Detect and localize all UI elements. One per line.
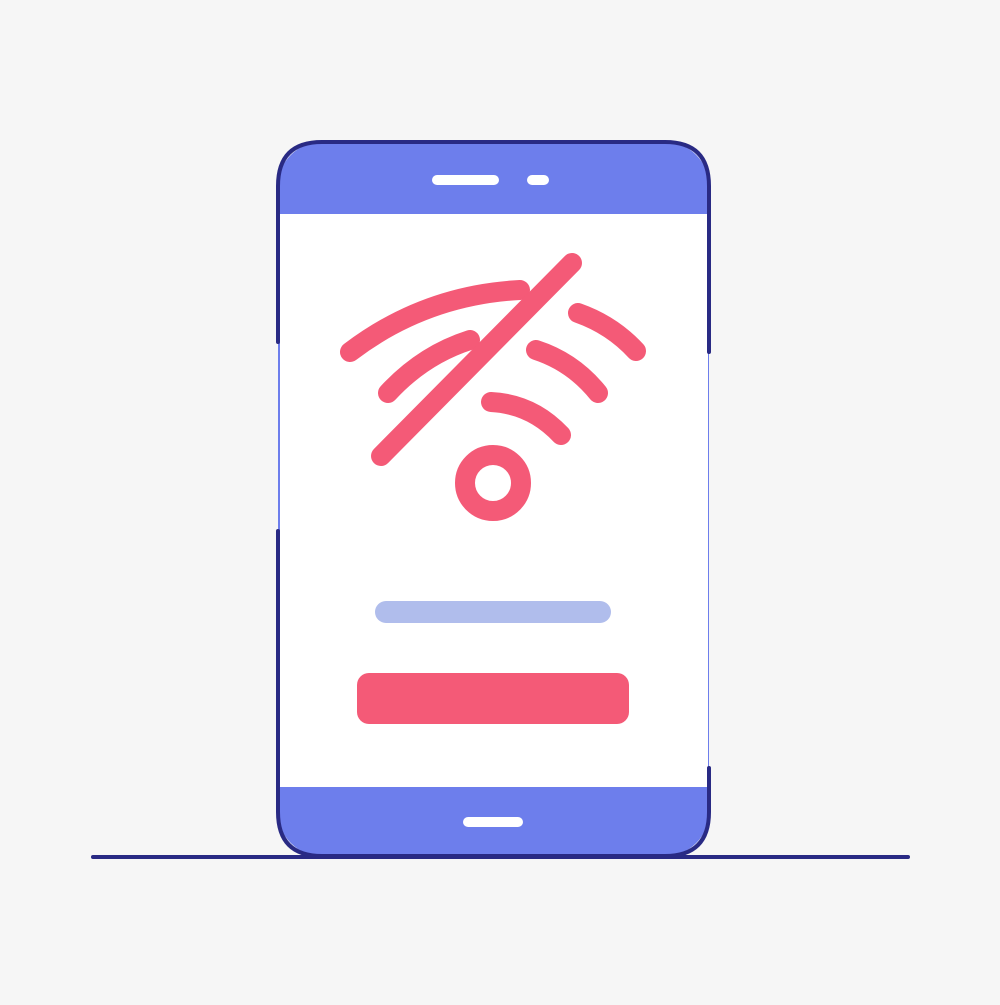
home-indicator-icon[interactable] (463, 817, 523, 827)
illustration (0, 0, 1000, 1000)
front-camera-icon (527, 175, 549, 185)
phone-illustration (91, 140, 910, 859)
action-button[interactable] (357, 673, 629, 724)
text-line-placeholder (375, 601, 611, 623)
speaker-grille-icon (432, 175, 499, 185)
phone (276, 140, 711, 858)
